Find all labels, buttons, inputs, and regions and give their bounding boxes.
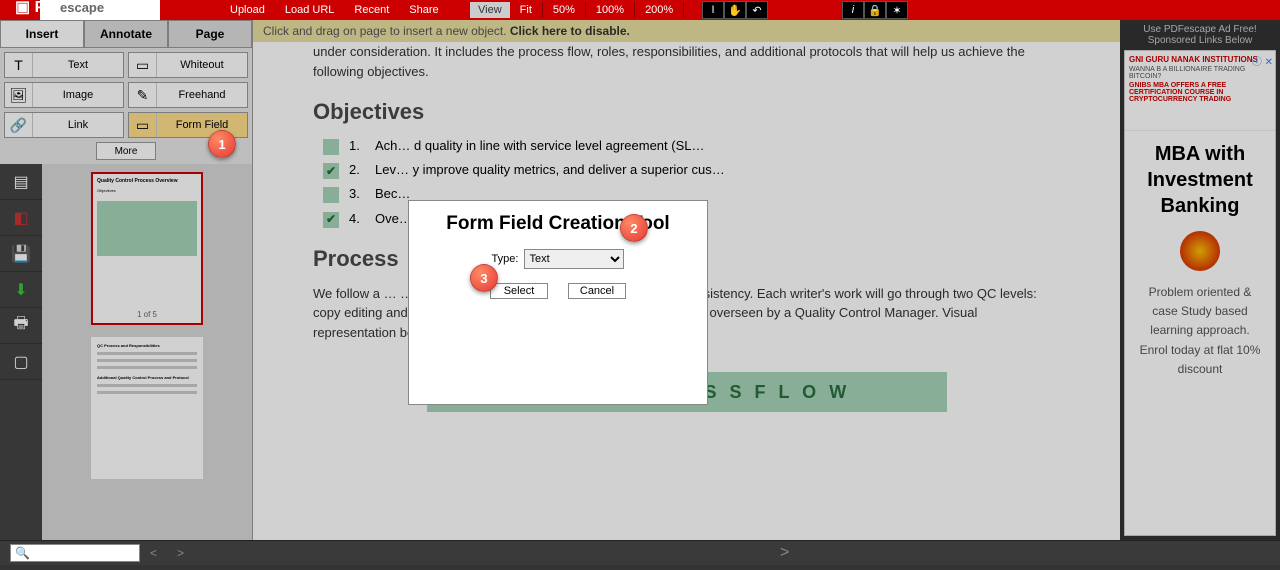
insert-link-button[interactable]: 🔗 Link <box>4 112 124 138</box>
freehand-icon: ✎ <box>129 83 157 107</box>
callout-3: 3 <box>470 264 498 292</box>
settings-icon[interactable]: ✶ <box>886 1 908 19</box>
share-link[interactable]: Share <box>409 4 438 16</box>
objective-item: ✔ 2. Lev… y improve quality metrics, and d… <box>323 161 1060 179</box>
check-icon: ✔ <box>323 163 339 179</box>
intro-paragraph: under consideration. It includes the pro… <box>313 42 1060 81</box>
modal-type-select[interactable]: Text <box>524 249 624 269</box>
window-icon[interactable]: ▢ <box>0 344 42 380</box>
topbar: ▣ PDFescape Upload Load URL Recent Share… <box>0 0 1280 20</box>
ad-sub: GNIBS MBA OFFERS A FREE CERTIFICATION CO… <box>1129 82 1271 103</box>
callout-1: 1 <box>208 130 236 158</box>
footer-bar: 🔍 < > > <box>0 540 1280 565</box>
insert-freehand-label: Freehand <box>157 89 247 101</box>
ad-header-line1: Use PDFescape Ad Free! <box>1124 24 1276 35</box>
ad-tagline: WANNA B A BILLIONAIRE TRADING BITCOIN? <box>1129 66 1271 80</box>
objective-text: Bec… <box>375 185 410 203</box>
objectives-heading: Objectives <box>313 99 1060 125</box>
tab-page[interactable]: Page <box>168 20 252 48</box>
info-icon[interactable]: i <box>842 1 864 19</box>
zoom-200[interactable]: 200% <box>635 2 684 18</box>
hint-bar: Click and drag on page to insert a new o… <box>253 20 1120 42</box>
zoom-50[interactable]: 50% <box>543 2 586 18</box>
tab-insert[interactable]: Insert <box>0 20 84 48</box>
modal-select-button[interactable]: Select <box>490 283 548 299</box>
top-links: Upload Load URL Recent Share <box>230 4 439 16</box>
ad-box[interactable]: ⓘ ✕ GNI GURU NANAK INSTITUTIONS WANNA B … <box>1124 50 1276 536</box>
more-button[interactable]: More <box>96 142 156 160</box>
whiteout-icon: ▭ <box>129 53 157 77</box>
ad-header: Use PDFescape Ad Free! Sponsored Links B… <box>1120 20 1280 50</box>
ad-desc: Problem oriented & case Study based lear… <box>1135 283 1265 379</box>
thumb-page-label: 1 of 5 <box>97 310 197 319</box>
app-logo: ▣ PDFescape <box>10 0 160 20</box>
zoom-fit[interactable]: Fit <box>510 2 543 18</box>
modal-cancel-button[interactable]: Cancel <box>568 283 626 299</box>
modal-type-label: Type: <box>492 253 519 265</box>
insert-link-label: Link <box>33 119 123 131</box>
lock-icon[interactable]: 🔒 <box>864 1 886 19</box>
objective-number: 4. <box>349 210 365 228</box>
search-next[interactable]: > <box>177 546 184 560</box>
print-icon[interactable]: 🖶 <box>0 308 42 344</box>
insert-image-label: Image <box>33 89 123 101</box>
hint-text: Click and drag on page to insert a new o… <box>263 24 510 38</box>
ad-close-icon[interactable]: ⓘ ✕ <box>1252 53 1273 68</box>
pages-icon[interactable]: ▤ <box>0 164 42 200</box>
ad-header-line2: Sponsored Links Below <box>1124 35 1276 46</box>
objective-number: 1. <box>349 137 365 155</box>
search-icon: 🔍 <box>11 546 34 560</box>
redo-icon[interactable] <box>768 1 790 19</box>
download-icon[interactable]: ⬇ <box>0 272 42 308</box>
insert-formfield-label: Form Field <box>157 119 247 131</box>
insert-whiteout-button[interactable]: ▭ Whiteout <box>128 52 248 78</box>
page-next[interactable]: > <box>780 544 789 562</box>
modal-title: Form Field Creation Tool <box>421 213 695 235</box>
check-icon: ✔ <box>323 212 339 228</box>
thumbnail-panel: Quality Control Process Overview Objecti… <box>42 164 252 540</box>
formfield-icon: ▭ <box>129 113 157 137</box>
search-input[interactable] <box>34 547 134 559</box>
search-box: 🔍 <box>10 544 140 562</box>
objective-number: 3. <box>349 185 365 203</box>
save-icon[interactable]: 💾 <box>0 236 42 272</box>
thumb-page-2[interactable]: QC Process and Responsibilities Addition… <box>91 337 203 479</box>
image-icon: 🖼 <box>5 83 33 107</box>
check-icon <box>323 187 339 203</box>
objective-number: 2. <box>349 161 365 179</box>
recent-link[interactable]: Recent <box>354 4 389 16</box>
insert-text-label: Text <box>33 59 123 71</box>
insert-text-button[interactable]: T Text <box>4 52 124 78</box>
ad-title: MBA with Investment Banking <box>1135 141 1265 219</box>
ad-brand: GNI GURU NANAK INSTITUTIONS <box>1129 55 1271 64</box>
check-icon <box>323 139 339 155</box>
hint-disable-link[interactable]: Click here to disable. <box>510 24 630 38</box>
tab-annotate[interactable]: Annotate <box>84 20 168 48</box>
ad-badge-icon <box>1180 231 1220 271</box>
text-cursor-icon[interactable]: I <box>702 1 724 19</box>
sidebar-icons: ▤ ◧ 💾 ⬇ 🖶 ▢ <box>0 164 42 540</box>
undo-icon[interactable]: ↶ <box>746 1 768 19</box>
hand-tool-icon[interactable]: ✋ <box>724 1 746 19</box>
text-icon: T <box>5 53 33 77</box>
pdf-icon[interactable]: ◧ <box>0 200 42 236</box>
insert-image-button[interactable]: 🖼 Image <box>4 82 124 108</box>
thumb-page-1[interactable]: Quality Control Process Overview Objecti… <box>91 172 203 325</box>
objective-text: Ach… d quality in line with service leve… <box>375 137 704 155</box>
ad-panel: Use PDFescape Ad Free! Sponsored Links B… <box>1120 20 1280 540</box>
zoom-100[interactable]: 100% <box>586 2 635 18</box>
form-field-modal: Form Field Creation Tool Type: Text Sele… <box>408 200 708 405</box>
search-prev[interactable]: < <box>150 546 157 560</box>
insert-freehand-button[interactable]: ✎ Freehand <box>128 82 248 108</box>
insert-whiteout-label: Whiteout <box>157 59 247 71</box>
link-icon: 🔗 <box>5 113 33 137</box>
callout-2: 2 <box>620 214 648 242</box>
left-panel: Insert Annotate Page T Text ▭ Whiteout 🖼… <box>0 20 253 540</box>
view-label: View <box>470 2 510 18</box>
objective-item: 1. Ach… d quality in line with service le… <box>323 137 1060 155</box>
upload-link[interactable]: Upload <box>230 4 265 16</box>
objective-text: Lev… y improve quality metrics, and deli… <box>375 161 725 179</box>
load-url-link[interactable]: Load URL <box>285 4 335 16</box>
